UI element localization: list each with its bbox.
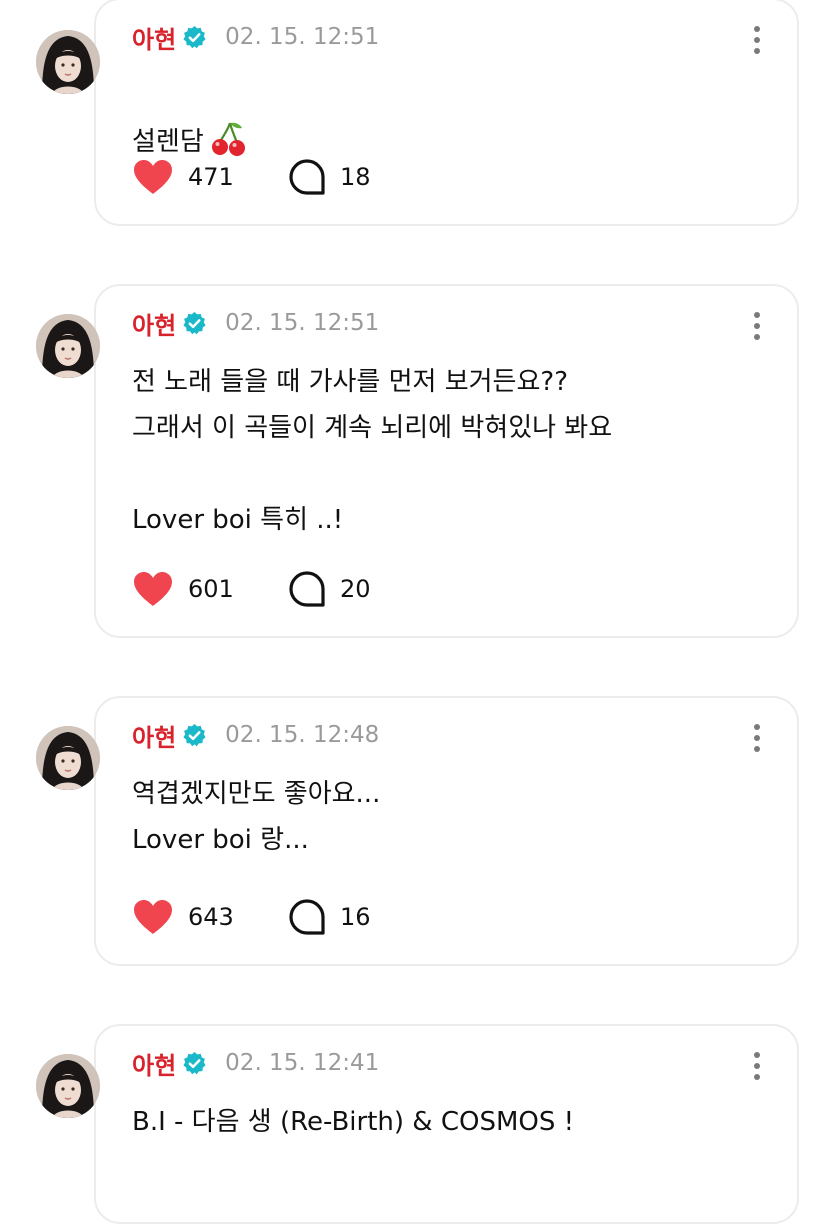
post-meta: 아현 02. 15. 12:51 xyxy=(132,306,379,340)
post-time: 02. 15. 12:51 xyxy=(225,310,380,336)
verified-badge-icon xyxy=(182,723,207,748)
like-count: 601 xyxy=(188,575,234,603)
cherry-emoji xyxy=(210,120,248,158)
author-name[interactable]: 아현 xyxy=(132,20,176,55)
comment-count: 16 xyxy=(340,903,371,931)
avatar[interactable] xyxy=(36,314,100,378)
verified-badge-icon xyxy=(182,311,207,336)
more-options-icon[interactable] xyxy=(751,1050,763,1082)
post-meta: 아현 02. 15. 12:51 xyxy=(132,20,379,54)
heart-icon[interactable] xyxy=(132,570,174,608)
comment-icon[interactable] xyxy=(288,898,326,936)
post-time: 02. 15. 12:51 xyxy=(225,24,380,50)
post-meta: 아현 02. 15. 12:41 xyxy=(132,1046,379,1080)
post-text-content: 설렌담 xyxy=(132,127,204,157)
comment-icon[interactable] xyxy=(288,570,326,608)
heart-icon[interactable] xyxy=(132,158,174,196)
heart-icon[interactable] xyxy=(132,898,174,936)
author-name[interactable]: 아현 xyxy=(132,718,176,753)
post-card[interactable]: 아현 02. 15. 12:51 설렌담 471 18 xyxy=(94,0,799,226)
author-name[interactable]: 아현 xyxy=(132,1046,176,1081)
post-time: 02. 15. 12:41 xyxy=(225,1050,380,1076)
comment-count: 18 xyxy=(340,163,371,191)
comment-icon[interactable] xyxy=(288,158,326,196)
post-text: B.I - 다음 생 (Re-Birth) & COSMOS ! xyxy=(132,1107,575,1137)
like-count: 643 xyxy=(188,903,234,931)
more-options-icon[interactable] xyxy=(751,722,763,754)
more-options-icon[interactable] xyxy=(751,310,763,342)
post-time: 02. 15. 12:48 xyxy=(225,722,380,748)
post-meta: 아현 02. 15. 12:48 xyxy=(132,718,379,752)
avatar[interactable] xyxy=(36,1054,100,1118)
post-actions: 601 20 xyxy=(132,569,371,609)
post-card[interactable]: 아현 02. 15. 12:48 역겹겠지만도 좋아요... Lover boi… xyxy=(94,696,799,966)
like-count: 471 xyxy=(188,163,234,191)
more-options-icon[interactable] xyxy=(751,24,763,56)
post-text: 전 노래 들을 때 가사를 먼저 보거든요?? 그래서 이 곡들이 계속 뇌리에… xyxy=(132,367,613,535)
post-text: 역겹겠지만도 좋아요... Lover boi 랑... xyxy=(132,779,381,855)
post-text: 설렌담 xyxy=(132,73,752,165)
avatar[interactable] xyxy=(36,726,100,790)
verified-badge-icon xyxy=(182,25,207,50)
verified-badge-icon xyxy=(182,1051,207,1076)
post-actions: 643 16 xyxy=(132,897,371,937)
post-card[interactable]: 아현 02. 15. 12:41 B.I - 다음 생 (Re-Birth) &… xyxy=(94,1024,799,1224)
post-actions: 471 18 xyxy=(132,157,371,197)
avatar[interactable] xyxy=(36,30,100,94)
post-card[interactable]: 아현 02. 15. 12:51 전 노래 들을 때 가사를 먼저 보거든요??… xyxy=(94,284,799,638)
author-name[interactable]: 아현 xyxy=(132,306,176,341)
comment-count: 20 xyxy=(340,575,371,603)
